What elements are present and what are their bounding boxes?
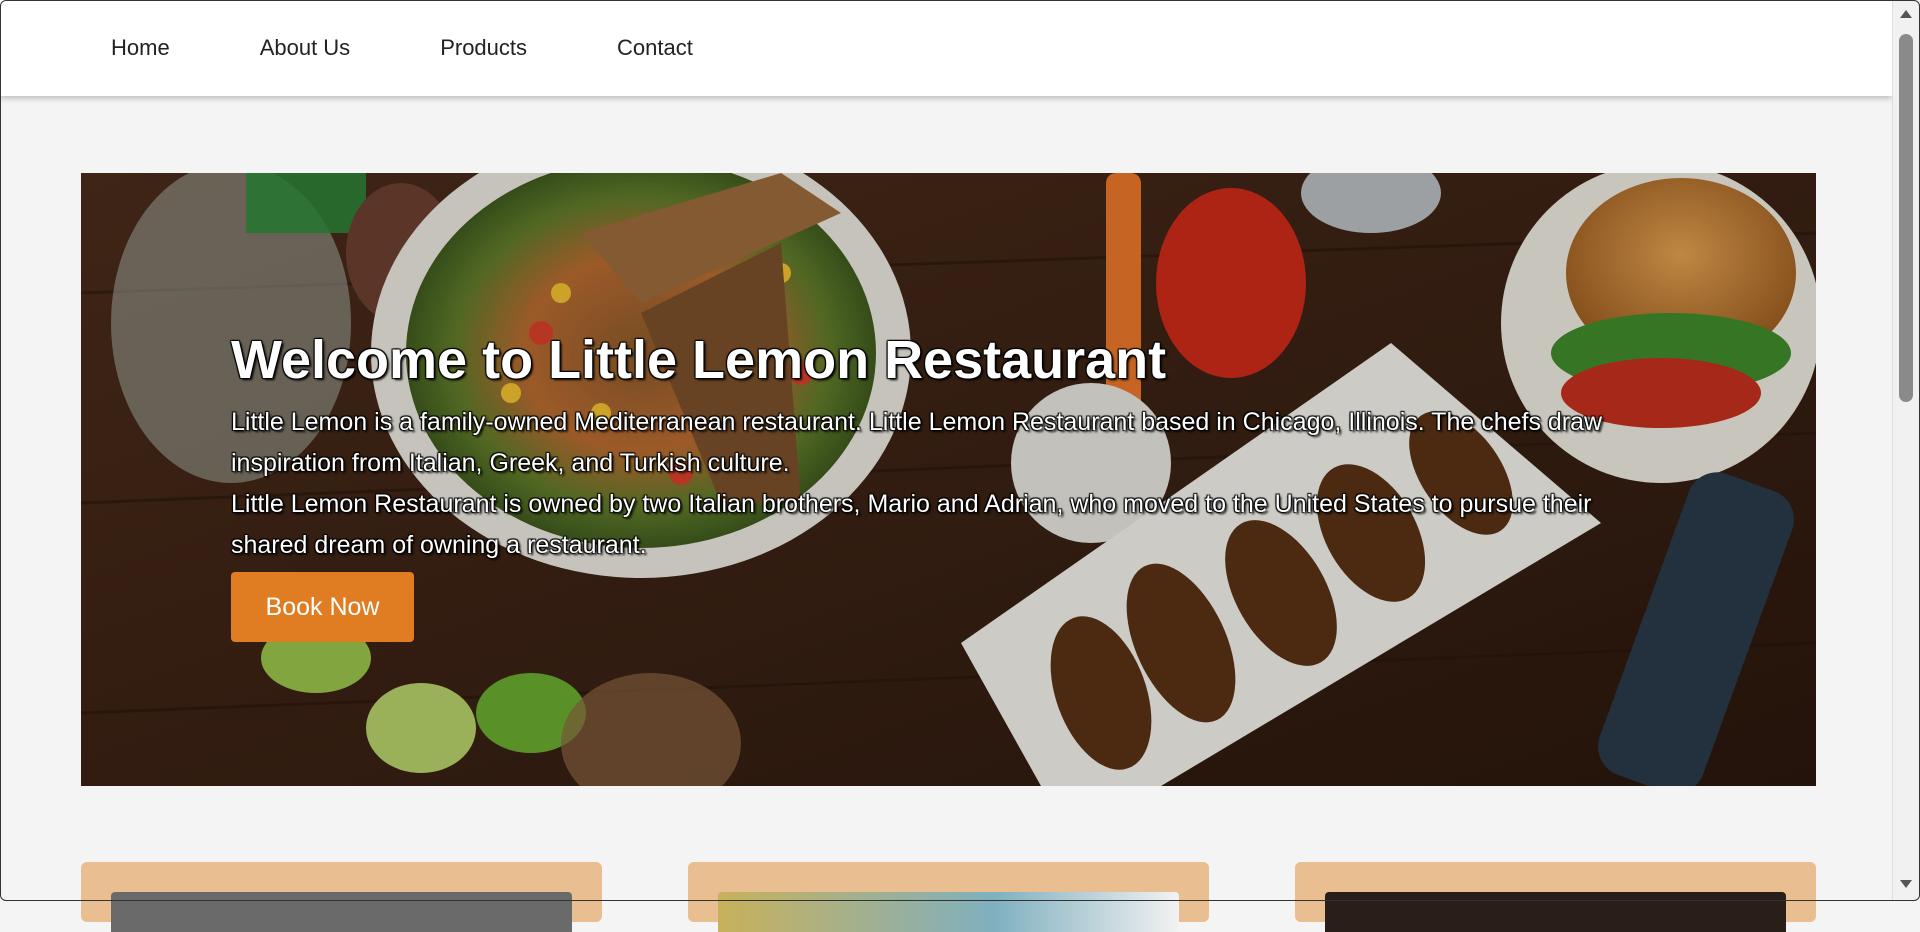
hero-title: Welcome to Little Lemon Restaurant	[231, 330, 1167, 390]
book-now-button[interactable]: Book Now	[231, 572, 414, 643]
nav-link-home[interactable]: Home	[111, 35, 170, 61]
hero-banner: Welcome to Little Lemon Restaurant Littl…	[81, 173, 1816, 786]
nav-list: Home About Us Products Contact	[111, 0, 783, 96]
product-card-image	[111, 892, 572, 932]
scroll-up-arrow-icon[interactable]	[1900, 10, 1912, 18]
nav-link-contact[interactable]: Contact	[617, 35, 693, 61]
product-card-2	[688, 862, 1209, 932]
product-card-image	[1325, 892, 1786, 932]
scroll-down-arrow-icon[interactable]	[1900, 880, 1912, 888]
vertical-scrollbar[interactable]	[1892, 0, 1920, 900]
hero-content: Welcome to Little Lemon Restaurant Littl…	[231, 330, 1671, 643]
hero-paragraph-owners: Little Lemon Restaurant is owned by two …	[231, 490, 1592, 560]
top-navbar: Home About Us Products Contact	[0, 0, 1892, 96]
product-card-image	[718, 892, 1179, 932]
product-card-3	[1295, 862, 1816, 932]
hero-paragraph-intro: Little Lemon is a family-owned Mediterra…	[231, 408, 1603, 478]
product-card-1	[81, 862, 602, 932]
scrollbar-thumb[interactable]	[1899, 34, 1913, 402]
nav-link-products[interactable]: Products	[440, 35, 527, 61]
nav-link-about-us[interactable]: About Us	[260, 35, 351, 61]
